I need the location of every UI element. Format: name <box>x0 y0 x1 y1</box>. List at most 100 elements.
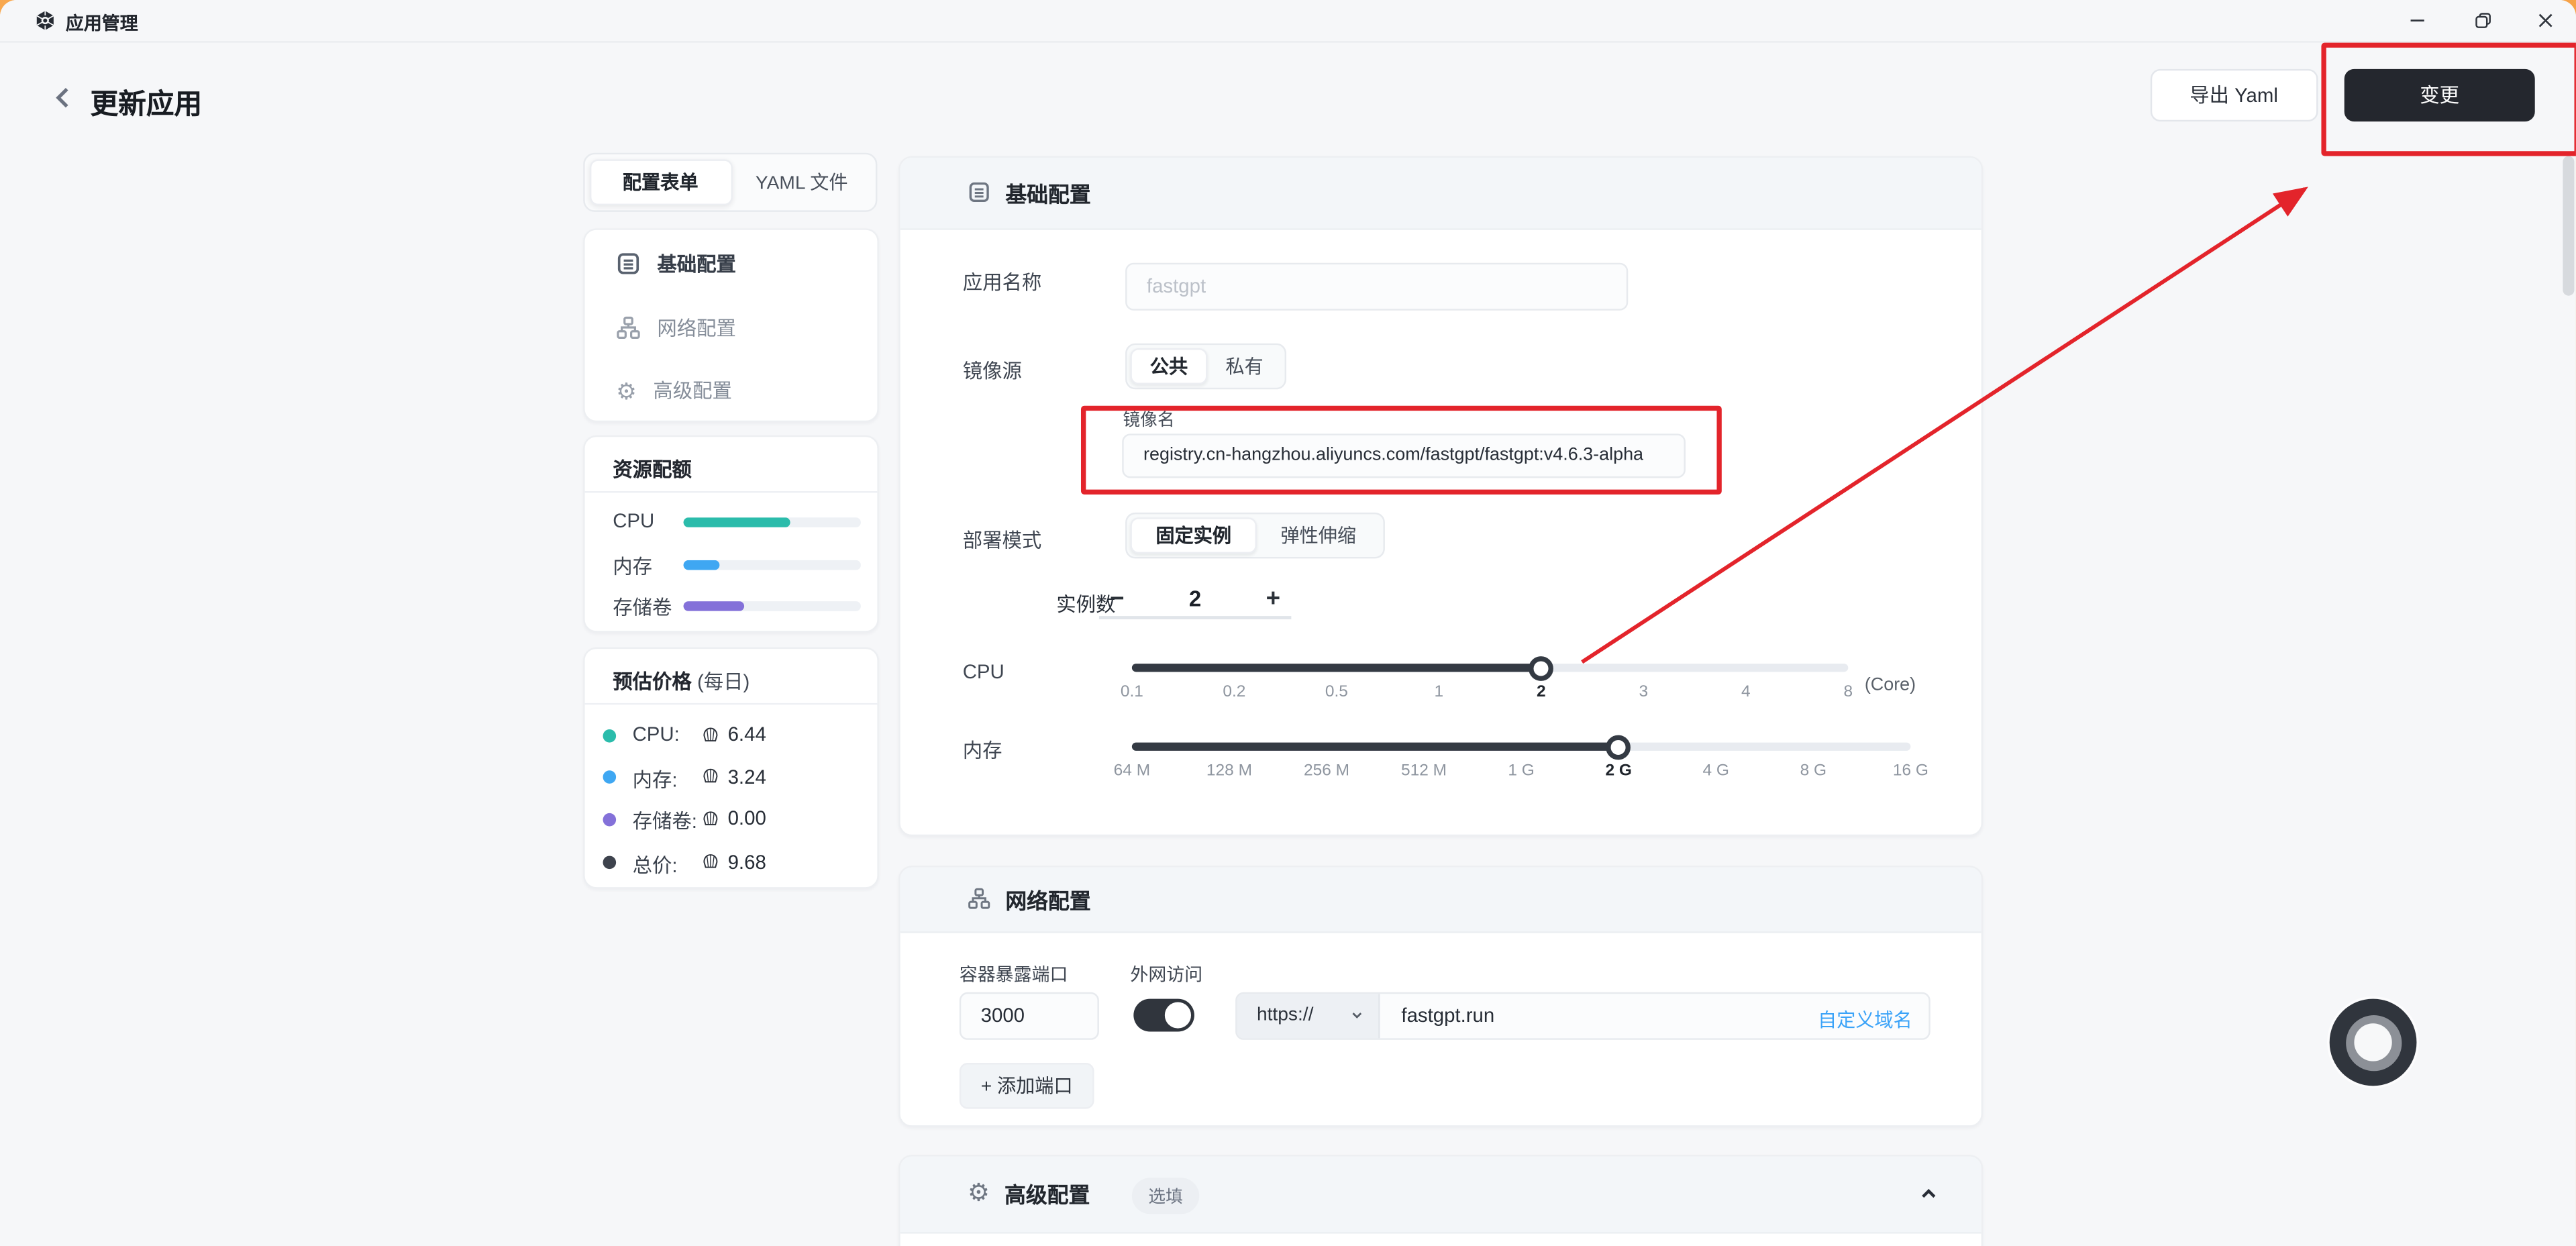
shell-coin-icon <box>701 853 719 871</box>
shell-coin-icon <box>701 725 719 743</box>
price-label-memory: 内存: <box>632 768 678 791</box>
cpu-slider-fill <box>1131 664 1541 672</box>
gear-icon: ⚙ <box>968 1179 990 1208</box>
network-config-card: 网络配置 容器暴露端口 外网访问 https:// 自定义域名 + 添加端口 <box>898 865 1983 1127</box>
memory-label: 内存 <box>962 738 1002 762</box>
nav-item-basic-config[interactable]: 基础配置 <box>585 231 878 295</box>
back-button[interactable] <box>46 81 79 113</box>
memory-slider-fill <box>1131 742 1619 751</box>
price-dot-total <box>603 855 617 870</box>
title-bar: 应用管理 <box>0 0 2576 42</box>
nav-item-network-config[interactable]: 网络配置 <box>585 295 878 358</box>
vertical-scrollbar[interactable] <box>2562 156 2574 296</box>
app-logo-icon <box>34 9 56 38</box>
divider <box>584 490 878 492</box>
cpu-slider-handle[interactable] <box>1529 655 1554 680</box>
basic-config-header: 基础配置 <box>900 158 1981 229</box>
close-button[interactable] <box>2524 5 2567 36</box>
form-icon <box>968 181 990 204</box>
price-value-storage: 0.00 <box>727 807 766 830</box>
image-source-label: 镜像源 <box>962 358 1022 382</box>
price-label-total: 总价: <box>632 853 678 877</box>
price-value-memory: 3.24 <box>727 764 766 788</box>
advanced-config-card: ⚙ 高级配置 选填 <box>898 1153 1983 1246</box>
add-port-button[interactable]: + 添加端口 <box>959 1063 1094 1109</box>
cpu-slider <box>1131 655 1849 680</box>
minimize-button[interactable] <box>2395 5 2438 36</box>
image-source-segmented: 公共 私有 <box>1125 342 1287 390</box>
nav-item-advanced-config[interactable]: ⚙ 高级配置 <box>585 358 878 422</box>
replicas-stepper: − 2 + <box>1098 580 1292 620</box>
quota-fill-cpu <box>683 517 790 527</box>
app-name-input[interactable] <box>1125 262 1629 310</box>
gear-icon: ⚙ <box>616 376 637 404</box>
quota-label-storage: 存储卷 <box>613 596 672 620</box>
price-label-cpu: CPU: <box>632 723 680 746</box>
basic-config-card: 基础配置 应用名称 镜像源 公共 私有 镜像名 部署模式 固定实例 弹性伸缩 实… <box>898 156 1983 835</box>
memory-slider <box>1131 734 1911 760</box>
protocol-value: https:// <box>1256 1005 1314 1026</box>
custom-domain-link[interactable]: 自定义域名 <box>1818 1006 1912 1033</box>
replicas-value: 2 <box>1188 585 1202 611</box>
click-indicator-core <box>2353 1023 2393 1062</box>
divider <box>584 703 878 705</box>
app-name-label: 应用名称 <box>962 270 1042 295</box>
price-dot-cpu <box>603 728 617 742</box>
price-title: 预估价格 (每日) <box>613 670 750 694</box>
image-source-public-option[interactable]: 公共 <box>1130 347 1208 384</box>
shell-coin-icon <box>701 767 719 785</box>
restore-button[interactable] <box>2461 5 2504 36</box>
page-title: 更新应用 <box>90 89 203 120</box>
memory-slider-ticks: 64 M 128 M 256 M 512 M 1 G 2 G 4 G 8 G 1… <box>1113 762 1928 780</box>
increment-button[interactable]: + <box>1255 584 1291 612</box>
deploy-mode-segmented: 固定实例 弹性伸缩 <box>1125 511 1385 559</box>
toggle-knob <box>1164 1002 1192 1029</box>
quota-fill-storage <box>683 601 745 611</box>
external-access-toggle[interactable] <box>1133 998 1194 1032</box>
click-indicator <box>2329 998 2417 1086</box>
memory-slider-handle[interactable] <box>1606 734 1631 760</box>
deploy-mode-elastic-option[interactable]: 弹性伸缩 <box>1257 517 1380 554</box>
section-nav: 基础配置 网络配置 ⚙ 高级配置 <box>583 228 879 421</box>
chevron-up-icon[interactable] <box>1919 1184 1939 1203</box>
cpu-unit-label: (Core) <box>1864 675 1916 695</box>
protocol-select[interactable]: https:// <box>1237 994 1380 1038</box>
chevron-down-icon <box>1351 1009 1364 1023</box>
app-window: 应用管理 更新应用 导出 Yaml 变更 配置表单 YAML 文件 基础配置 网… <box>0 0 2576 1246</box>
price-value-cpu: 6.44 <box>727 723 766 746</box>
export-yaml-button[interactable]: 导出 Yaml <box>2150 68 2318 121</box>
quota-label-memory: 内存 <box>613 554 653 578</box>
price-value-total: 9.68 <box>727 849 766 874</box>
quota-bar-memory <box>683 559 860 570</box>
network-config-header: 网络配置 <box>900 866 1981 933</box>
tab-config-form[interactable]: 配置表单 <box>588 158 732 206</box>
container-port-input[interactable] <box>959 992 1099 1039</box>
resource-quota-card: 资源配额 CPU 内存 存储卷 <box>583 434 879 632</box>
cpu-slider-ticks: 0.1 0.2 0.5 1 2 3 4 8 <box>1120 683 1853 702</box>
container-port-label: 容器暴露端口 <box>959 966 1068 986</box>
network-icon <box>616 315 641 340</box>
window-title: 应用管理 <box>65 15 138 35</box>
network-icon <box>968 887 990 910</box>
advanced-config-header[interactable]: ⚙ 高级配置 选填 <box>900 1155 1981 1233</box>
cpu-label: CPU <box>962 660 1004 684</box>
network-config-title: 网络配置 <box>1005 888 1091 913</box>
desktop: 应用管理 更新应用 导出 Yaml 变更 配置表单 YAML 文件 基础配置 网… <box>0 0 2576 1246</box>
price-dot-storage <box>603 812 617 826</box>
image-name-label: 镜像名 <box>1123 411 1175 431</box>
domain-group: https:// 自定义域名 <box>1235 992 1930 1039</box>
tab-yaml-file[interactable]: YAML 文件 <box>732 158 872 205</box>
deploy-mode-fixed-option[interactable]: 固定实例 <box>1130 516 1257 554</box>
quota-label-cpu: CPU <box>613 509 655 533</box>
deploy-mode-label: 部署模式 <box>962 528 1042 552</box>
decrement-button[interactable]: − <box>1099 584 1135 612</box>
quota-bar-cpu <box>683 517 860 527</box>
quota-fill-memory <box>683 559 720 570</box>
form-icon <box>616 252 641 276</box>
apply-change-button[interactable]: 变更 <box>2344 68 2535 121</box>
price-label-storage: 存储卷: <box>632 810 697 833</box>
quota-bar-storage <box>683 601 860 611</box>
image-source-private-option[interactable]: 私有 <box>1208 348 1282 384</box>
image-name-input[interactable] <box>1122 433 1686 478</box>
external-access-label: 外网访问 <box>1130 966 1203 986</box>
